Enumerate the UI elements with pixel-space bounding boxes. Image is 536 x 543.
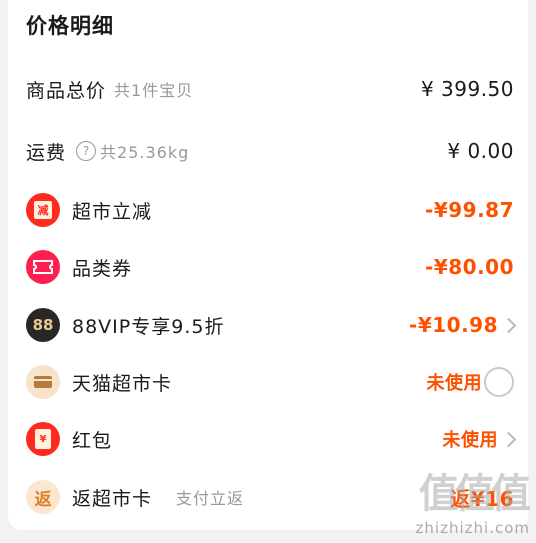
tmall-card-status: 未使用 [426, 373, 482, 394]
item-count: 共1件宝贝 [114, 81, 194, 100]
card-icon [26, 365, 60, 399]
tmall-card-label: 天猫超市卡 [72, 372, 173, 395]
supermarket-discount-row: 减 超市立减 -¥99.87 [0, 190, 536, 230]
rebate-card-sub: 支付立返 [176, 489, 245, 508]
total-price-amount: ¥ 399.50 [420, 77, 514, 101]
discount-envelope-icon: 减 [26, 193, 60, 227]
red-packet-status: 未使用 [442, 430, 498, 451]
category-coupon-row: 品类券 -¥80.00 [0, 247, 536, 287]
red-packet-label: 红包 [72, 429, 113, 452]
chevron-right-icon[interactable] [500, 431, 517, 447]
coupon-ticket-glyph [33, 260, 53, 274]
coupon-ticket-icon [26, 250, 60, 284]
vip-discount-label: 88VIP专享9.5折 [72, 315, 225, 338]
category-coupon-label: 品类券 [72, 257, 133, 280]
watermark-glyphs: 值值值 [418, 471, 531, 517]
shipping-label: 运费 [26, 141, 67, 164]
total-price-label: 商品总价 [26, 79, 107, 102]
supermarket-discount-label: 超市立减 [72, 200, 153, 223]
vip-glyph: 88 [32, 316, 54, 334]
help-icon[interactable]: ? [76, 141, 97, 161]
section-title: 价格明细 [26, 14, 114, 38]
vip-discount-row[interactable]: 88 88VIP专享9.5折 -¥10.98 [0, 305, 536, 345]
vip-88-icon: 88 [26, 308, 60, 342]
watermark-text: zhizhizhi.com [415, 519, 530, 537]
shipping-weight: 共25.36kg [100, 143, 190, 162]
red-packet-glyph: ¥ [35, 429, 51, 449]
red-packet-icon: ¥ [26, 422, 60, 456]
tmall-card-radio[interactable] [484, 367, 514, 397]
shipping-amount: ¥ 0.00 [447, 139, 514, 163]
tmall-card-row[interactable]: 天猫超市卡 未使用 [0, 362, 536, 402]
watermark: 值值值 zhizhizhi.com [415, 461, 531, 537]
total-price-row: 商品总价 共1件宝贝 ¥ 399.50 [0, 69, 536, 109]
rebate-icon: 返 [26, 480, 60, 514]
red-packet-row[interactable]: ¥ 红包 未使用 [0, 419, 536, 459]
vip-discount-amount: -¥10.98 [409, 313, 498, 337]
rebate-card-label: 返超市卡 [72, 487, 153, 510]
chevron-right-icon[interactable] [500, 317, 517, 333]
shipping-row: 运费 ? 共25.36kg ¥ 0.00 [0, 131, 536, 171]
supermarket-discount-amount: -¥99.87 [425, 198, 514, 222]
card-glyph [34, 376, 52, 388]
category-coupon-amount: -¥80.00 [425, 255, 514, 279]
discount-glyph: 减 [34, 201, 52, 219]
rebate-glyph: 返 [34, 489, 52, 510]
